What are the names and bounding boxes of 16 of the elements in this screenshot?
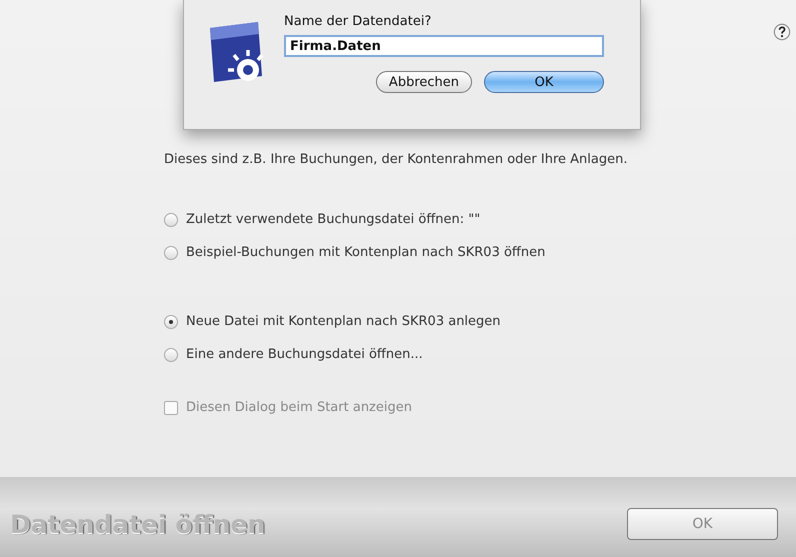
help-icon[interactable]	[773, 23, 791, 41]
file-name-field[interactable]: Firma.Daten	[284, 35, 604, 57]
option-label[interactable]: Zuletzt verwendete Buchungsdatei öffnen: ""	[186, 212, 480, 227]
option-label[interactable]: Beispiel-Buchungen mit Kontenplan nach SKR03 öffnen	[186, 245, 546, 260]
radio-button[interactable]	[164, 348, 178, 362]
description-text: Dieses sind z.B. Ihre Buchungen, der Kontenrahmen oder Ihre Anlagen.	[164, 152, 628, 167]
radio-button[interactable]	[164, 246, 178, 260]
radio-button[interactable]	[164, 314, 178, 328]
option-label[interactable]: Neue Datei mit Kontenplan nach SKR03 anlegen	[186, 314, 501, 329]
ok-button[interactable]: OK	[484, 71, 604, 93]
dialog-title: Datendatei öffnen	[10, 510, 266, 538]
option-label[interactable]: Eine andere Buchungsdatei öffnen...	[186, 347, 423, 362]
prompt-text: Name der Datendatei?	[284, 14, 432, 29]
radio-button[interactable]	[164, 212, 178, 226]
cancel-button[interactable]: Abbrechen	[376, 71, 472, 93]
checkbox[interactable]	[164, 400, 178, 414]
